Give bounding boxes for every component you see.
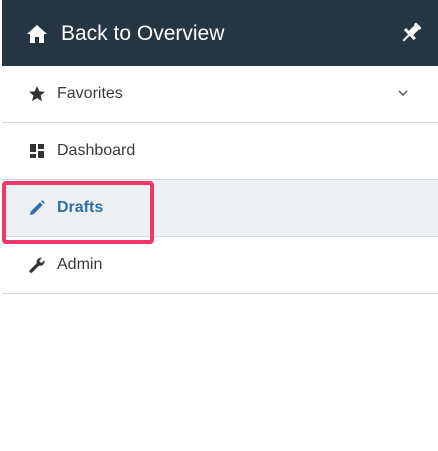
side-panel: Back to Overview Favorites Dashboard Dra… [2,0,438,294]
sidebar-item-admin[interactable]: Admin [2,237,438,294]
sidebar-item-favorites[interactable]: Favorites [2,66,438,123]
back-to-overview-header[interactable]: Back to Overview [2,0,438,66]
sidebar-item-dashboard-label: Dashboard [57,142,136,159]
pencil-icon [30,200,45,215]
home-icon [27,25,47,43]
dashboard-icon [30,144,44,158]
header-title: Back to Overview [61,22,225,45]
sidebar-item-admin-label: Admin [57,256,103,273]
chevron-down-icon[interactable] [396,88,410,98]
sidebar-item-dashboard[interactable]: Dashboard [2,123,438,180]
sidebar-item-drafts-label: Drafts [57,199,104,216]
star-icon [29,86,45,102]
pin-icon[interactable] [398,20,424,46]
wrench-icon [29,257,45,273]
sidebar-item-favorites-label: Favorites [57,85,123,102]
sidebar-item-drafts[interactable]: Drafts [2,180,438,237]
